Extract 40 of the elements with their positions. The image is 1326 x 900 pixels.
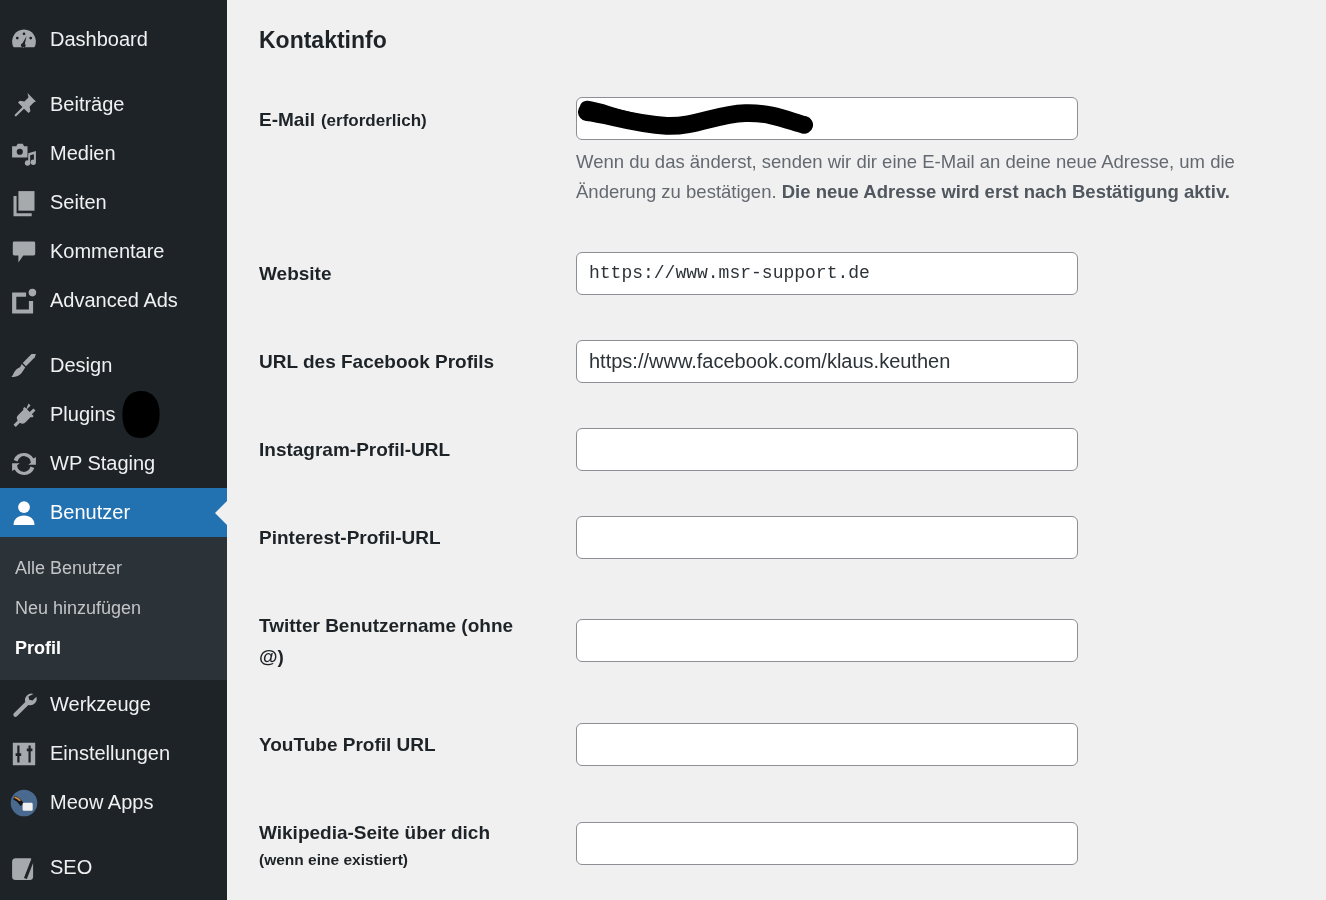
pointer-triangle-icon xyxy=(215,500,227,525)
submenu-item[interactable]: Alle Benutzer xyxy=(0,548,227,588)
submenu-item[interactable]: Neu hinzufügen xyxy=(0,588,227,628)
section-title: Kontaktinfo xyxy=(259,26,388,55)
frame-dot-icon xyxy=(10,286,38,315)
menu-item[interactable]: Kommentare xyxy=(0,227,227,276)
menu-item[interactable]: WP Staging xyxy=(0,439,227,488)
field-label: YouTube Profil URL xyxy=(259,734,436,755)
field-label: Twitter Benutzername (ohne @) xyxy=(259,615,514,667)
menu-item[interactable]: Meow Apps xyxy=(0,778,227,827)
field-label: Wikipedia-Seite über dich xyxy=(259,822,491,843)
field-description: Wenn du das änderst, senden wir dir eine E-Mail an deine neue Adresse, um die Änderung zu bestätigen. Die neue Adresse wird erst nach Bestätigung aktiv. xyxy=(576,150,1236,204)
text-input-field[interactable] xyxy=(576,722,1078,766)
circle-logo-icon xyxy=(10,788,38,817)
text-input-field[interactable] xyxy=(576,821,1078,865)
menu-item[interactable]: Design xyxy=(0,341,227,390)
menu-item[interactable]: SEO xyxy=(0,843,227,892)
text-input-field[interactable] xyxy=(576,427,1078,471)
field-note: (wenn eine existiert) xyxy=(259,850,408,870)
field-label: E-Mail xyxy=(259,109,315,130)
text-input-field[interactable] xyxy=(576,619,1078,662)
text-input-field[interactable]: https://www.msr-support.de xyxy=(576,251,1078,295)
menu-item[interactable]: Benutzer xyxy=(0,488,227,537)
field-label: Instagram-Profil-URL xyxy=(259,439,451,460)
field-label: Pinterest-Profil-URL xyxy=(259,527,441,548)
menu-item[interactable]: Dashboard xyxy=(0,15,227,64)
menu-item[interactable]: Plugins xyxy=(0,390,227,439)
menu-item[interactable]: Advanced Ads xyxy=(0,276,227,325)
field-note: (erforderlich) xyxy=(320,111,427,130)
menu-item[interactable]: Beiträge xyxy=(0,80,227,129)
menu-item[interactable]: Einstellungen xyxy=(0,729,227,778)
text-input-field[interactable]: https://www.facebook.com/klaus.keuthen xyxy=(576,339,1078,383)
brush-icon xyxy=(10,351,38,380)
menu-item[interactable]: Werkzeuge xyxy=(0,680,227,729)
field-label: Website xyxy=(259,263,332,284)
field-label: URL des Facebook Profils xyxy=(259,351,495,372)
submenu-item[interactable]: Profil xyxy=(0,628,227,668)
menu-item[interactable]: Medien xyxy=(0,129,227,178)
text-input-field[interactable] xyxy=(576,515,1078,559)
menu-item[interactable]: Seiten xyxy=(0,178,227,227)
